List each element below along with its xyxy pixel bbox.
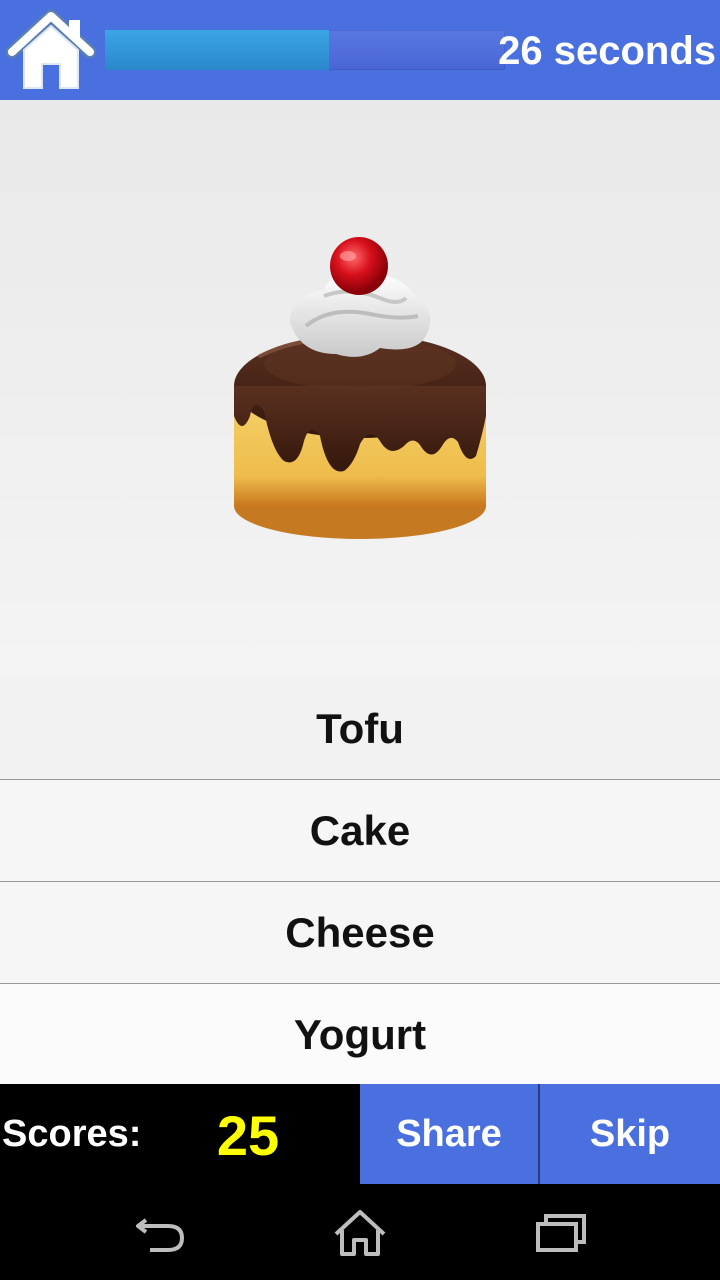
answer-option[interactable]: Yogurt [0, 984, 720, 1085]
home-outline-icon[interactable] [330, 1210, 390, 1256]
skip-button[interactable]: Skip [540, 1084, 720, 1184]
answer-option[interactable]: Tofu [0, 678, 720, 780]
timer-progress-fill [105, 30, 329, 70]
system-navigation-bar [0, 1184, 720, 1280]
back-icon[interactable] [130, 1210, 190, 1256]
timer-progress-bar [105, 30, 505, 70]
home-icon [5, 9, 97, 89]
home-button[interactable] [5, 8, 97, 92]
scores-value: 25 [216, 1104, 280, 1167]
top-bar: 26 seconds [0, 0, 720, 100]
answer-list: Tofu Cake Cheese Yogurt [0, 678, 720, 1085]
recents-icon[interactable] [530, 1210, 590, 1256]
question-picture-area [0, 100, 720, 678]
share-button[interactable]: Share [360, 1084, 538, 1184]
answer-option[interactable]: Cake [0, 780, 720, 882]
cake-image [234, 237, 486, 539]
bottom-bar: Scores: 25 Share Skip [0, 1084, 720, 1184]
timer-text: 26 seconds [498, 29, 716, 73]
scores-label: Scores: [2, 1113, 142, 1155]
answer-option[interactable]: Cheese [0, 882, 720, 984]
